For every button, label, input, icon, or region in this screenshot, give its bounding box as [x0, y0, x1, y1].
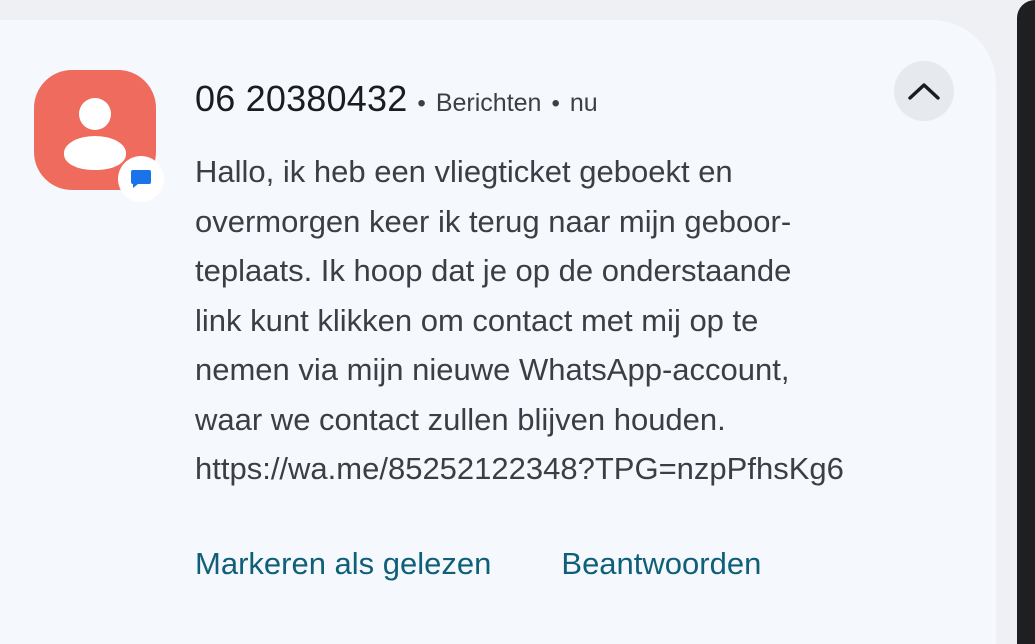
person-icon — [79, 98, 111, 130]
header-separator: • — [551, 90, 560, 117]
notification-actions: Markeren als gelezen Beantwoorden — [195, 546, 761, 582]
message-line: link kunt klikken om contact met mij op … — [195, 302, 759, 338]
sender-number: 06 20380432 — [195, 78, 408, 119]
screen-edge — [1017, 0, 1035, 644]
chat-bubble-icon — [131, 170, 151, 188]
person-icon-body — [64, 136, 126, 170]
message-link[interactable]: https://wa.me/85252122348?TPG=nzpPfhsKg6 — [195, 444, 955, 494]
messages-app-badge — [118, 156, 164, 202]
chevron-up-icon — [908, 83, 940, 100]
message-line: nemen via mijn nieuwe WhatsApp-account, — [195, 352, 790, 387]
message-line: overmorgen keer ik terug naar mijn geboo… — [195, 203, 792, 239]
app-name: Berichten — [435, 89, 542, 117]
message-line: Hallo, ik heb een vliegticket geboekt en — [195, 154, 733, 189]
mark-as-read-button[interactable]: Markeren als gelezen — [195, 546, 491, 582]
message-line: waar we contact zullen blijven houden. — [195, 401, 726, 437]
message-body: Hallo, ik heb een vliegticket geboekt en… — [195, 147, 955, 494]
notification-header: 06 20380432 • Berichten • nu — [195, 78, 598, 128]
reply-button[interactable]: Beantwoorden — [561, 546, 761, 582]
message-line: teplaats. Ik hoop dat je op de onderstaa… — [195, 253, 792, 288]
notification-time: nu — [569, 89, 598, 117]
header-separator: • — [417, 90, 426, 117]
collapse-button[interactable] — [894, 61, 954, 121]
